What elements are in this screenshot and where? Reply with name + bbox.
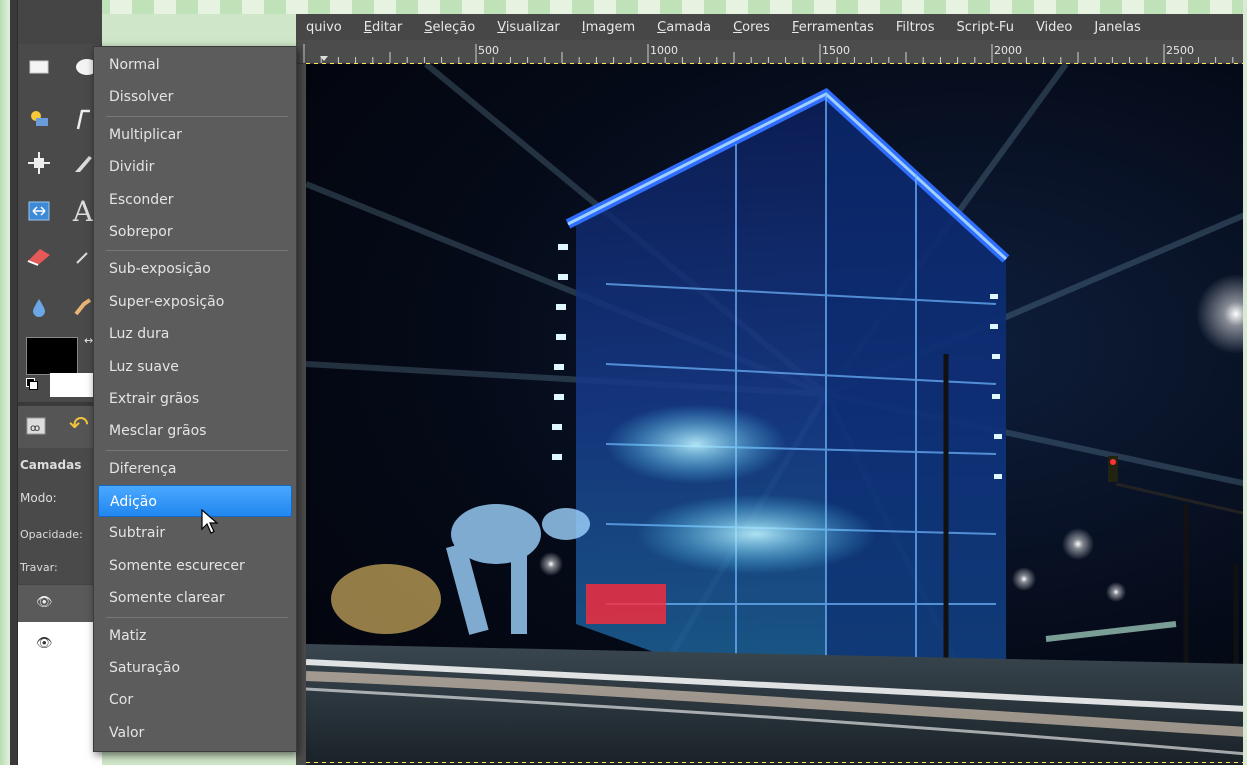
- mode-item-diferenca[interactable]: Diferença: [94, 453, 296, 485]
- mode-item-sub-exposicao[interactable]: Sub-exposição: [94, 253, 296, 285]
- mode-item-normal[interactable]: Normal: [94, 49, 296, 81]
- menu-cores[interactable]: Cores: [733, 20, 770, 35]
- menu-camada[interactable]: Camada: [657, 20, 711, 35]
- horizontal-ruler[interactable]: 500 1000 1500 2000 2500: [296, 40, 1247, 64]
- rect-select-icon[interactable]: [24, 52, 54, 82]
- vertical-ruler[interactable]: [296, 64, 306, 765]
- mode-item-dissolver[interactable]: Dissolver: [94, 81, 296, 113]
- mouse-cursor-icon: [201, 509, 219, 534]
- night-building-photo: [306, 64, 1247, 765]
- mode-item-valor[interactable]: Valor: [94, 717, 296, 749]
- menu-visualizar[interactable]: Visualizar: [497, 20, 560, 35]
- mode-item-esconder[interactable]: Esconder: [94, 184, 296, 216]
- mode-item-sobrepor[interactable]: Sobrepor: [94, 216, 296, 248]
- menu-separator: [106, 250, 288, 252]
- menu-video[interactable]: Video: [1036, 20, 1072, 35]
- swap-colors-icon[interactable]: ↔: [84, 334, 93, 347]
- ruler-label: 500: [478, 44, 499, 57]
- ruler-ticks: 500 1000 1500 2000 2500: [303, 44, 1234, 63]
- menu-sele-o[interactable]: Seleção: [424, 20, 475, 35]
- mode-item-multiplicar[interactable]: Multiplicar: [94, 119, 296, 151]
- menu-janelas[interactable]: Janelas: [1094, 20, 1140, 35]
- menu-script-fu[interactable]: Script-Fu: [957, 20, 1014, 35]
- eye-icon[interactable]: 👁: [36, 595, 53, 610]
- fuzzy-select-icon[interactable]: [24, 104, 54, 134]
- layer-mode-menu: Normal Dissolver Multiplicar Dividir Esconde…: [93, 46, 297, 752]
- mode-item-extrair-graos[interactable]: Extrair grãos: [94, 383, 296, 415]
- canvas-bottom-boundary: [306, 762, 1247, 763]
- layers-panel-title: Camadas: [20, 458, 82, 472]
- mode-item-dividir[interactable]: Dividir: [94, 151, 296, 183]
- mode-item-super-exposicao[interactable]: Super-exposição: [94, 286, 296, 318]
- blur-tool-icon[interactable]: [24, 292, 54, 322]
- mode-item-subtrair[interactable]: Subtrair: [94, 517, 296, 549]
- svg-text:ꝏ: ꝏ: [30, 423, 40, 434]
- mode-item-cor[interactable]: Cor: [94, 684, 296, 716]
- ruler-label: 2500: [1166, 44, 1194, 57]
- move-tool-icon[interactable]: [24, 148, 54, 178]
- mode-item-saturacao[interactable]: Saturação: [94, 652, 296, 684]
- menu-separator: [106, 449, 288, 451]
- dock-tabs: ꝏ ↶: [18, 406, 102, 448]
- menu-quivo[interactable]: quivo: [306, 20, 342, 35]
- channels-tab-icon[interactable]: ꝏ: [24, 414, 48, 438]
- layers-list-header: 👁: [18, 584, 102, 622]
- mode-item-adicao[interactable]: Adição: [98, 485, 292, 518]
- opacity-label: Opacidade:: [20, 528, 83, 541]
- image-canvas[interactable]: [306, 64, 1247, 765]
- toolbox-panel: A ↔ ꝏ ↶ Camadas Modo: Opacidade: Travar:…: [10, 0, 102, 765]
- ruler-label: 2000: [994, 44, 1022, 57]
- toolbox-header: [18, 0, 102, 44]
- image-menubar: quivo Editar Seleção Visualizar Imagem Camada…: [296, 14, 1247, 40]
- menu-ferramentas[interactable]: Ferramentas: [792, 20, 874, 35]
- eraser-tool-icon[interactable]: [24, 242, 54, 272]
- mode-item-matiz[interactable]: Matiz: [94, 620, 296, 652]
- desktop-backdrop: [0, 0, 1247, 14]
- menu-separator: [106, 115, 288, 117]
- mode-item-mesclar-graos[interactable]: Mesclar grãos: [94, 415, 296, 447]
- undo-history-tab-icon[interactable]: ↶: [64, 410, 94, 440]
- menu-imagem[interactable]: Imagem: [582, 20, 635, 35]
- flip-tool-icon[interactable]: [24, 196, 54, 226]
- foreground-color-swatch[interactable]: [26, 337, 78, 375]
- ruler-label: 1000: [650, 44, 678, 57]
- lock-label: Travar:: [20, 561, 58, 574]
- desktop-edge: [0, 0, 10, 765]
- layers-list: 👁: [18, 622, 102, 765]
- ruler-label: 1500: [822, 44, 850, 57]
- menu-editar[interactable]: Editar: [364, 20, 403, 35]
- desktop-edge-right: [1243, 0, 1247, 765]
- mode-item-somente-escurecer[interactable]: Somente escurecer: [94, 550, 296, 582]
- mode-item-somente-clarear[interactable]: Somente clarear: [94, 582, 296, 614]
- default-colors-icon[interactable]: [26, 378, 38, 390]
- mode-item-luz-suave[interactable]: Luz suave: [94, 351, 296, 383]
- mode-item-luz-dura[interactable]: Luz dura: [94, 318, 296, 350]
- menu-separator: [106, 616, 288, 618]
- layer-visibility-eye-icon[interactable]: 👁: [36, 636, 53, 651]
- mode-label: Modo:: [20, 491, 57, 505]
- toolbox-handle[interactable]: [10, 0, 18, 765]
- canvas-top-boundary: [306, 63, 1247, 64]
- menu-filtros[interactable]: Filtros: [896, 20, 935, 35]
